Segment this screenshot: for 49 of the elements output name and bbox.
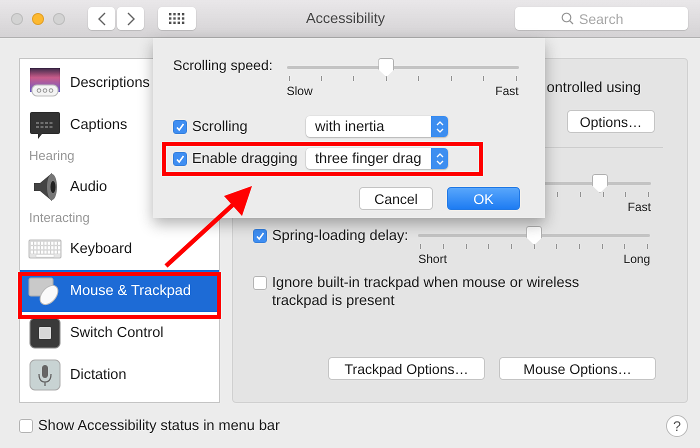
slider-caption: Scrolling speed: (173, 57, 273, 73)
microphone-icon (28, 358, 62, 392)
close-button[interactable] (11, 12, 23, 24)
checkbox-label: Show Accessibility status in menu bar (38, 418, 280, 434)
stepper-arrows-icon (431, 148, 448, 169)
checkbox[interactable] (173, 120, 187, 134)
slider-label: Short (418, 252, 447, 266)
sidebar-item[interactable]: Audio (20, 166, 219, 208)
checkbox[interactable] (19, 419, 33, 433)
popup-menu[interactable]: with inertia (306, 116, 448, 137)
forward-button[interactable] (117, 7, 144, 30)
description-text: ontrolled using (546, 80, 641, 96)
slider-thumb[interactable] (378, 58, 394, 77)
popup-menu[interactable]: three finger drag (306, 148, 448, 169)
chevron-right-icon (126, 10, 136, 26)
checkbox[interactable] (173, 152, 187, 166)
checkbox[interactable] (253, 229, 267, 243)
back-button[interactable] (88, 7, 115, 30)
slider-thumb[interactable] (526, 226, 542, 245)
sidebar-section-header: Interacting (29, 210, 90, 225)
search-icon (561, 12, 574, 25)
search-field[interactable]: Search (515, 7, 688, 30)
checkbox[interactable] (253, 276, 267, 290)
minimize-button[interactable] (32, 12, 44, 24)
slider-label: Slow (286, 84, 313, 98)
sidebar-item[interactable]: Dictation (20, 354, 219, 396)
grid-icon (169, 12, 185, 24)
checkbox-label: Spring-loading delay: (272, 228, 408, 244)
slider-label: Long (624, 252, 650, 266)
slider-label: Fast (495, 84, 519, 98)
help-button[interactable]: ? (666, 415, 688, 437)
slider-label: Fast (628, 200, 651, 214)
sidebar-item[interactable]: Switch Control (20, 312, 219, 354)
options-button[interactable]: Mouse Options… (499, 357, 656, 380)
checkbox-label: Scrolling (192, 118, 248, 134)
switch-icon (28, 316, 62, 350)
chevron-left-icon (96, 10, 106, 26)
sidebar-item[interactable]: Keyboard (20, 228, 219, 270)
zoom-button[interactable] (53, 12, 65, 24)
checkbox-label: Ignore built-in trackpad when mouse or wireless trackpad is present (272, 274, 580, 310)
slider-thumb[interactable] (592, 174, 608, 193)
show-all-button[interactable] (158, 7, 196, 30)
window-title: Accessibility (305, 10, 386, 26)
sidebar-section-header: Hearing (29, 148, 75, 163)
checkbox-label: Enable dragging (192, 150, 298, 166)
options-button[interactable]: Options… (566, 110, 655, 133)
stepper-arrows-icon (431, 116, 448, 137)
cancel-button[interactable]: Cancel (359, 187, 433, 210)
options-button[interactable]: Trackpad Options… (328, 357, 485, 380)
